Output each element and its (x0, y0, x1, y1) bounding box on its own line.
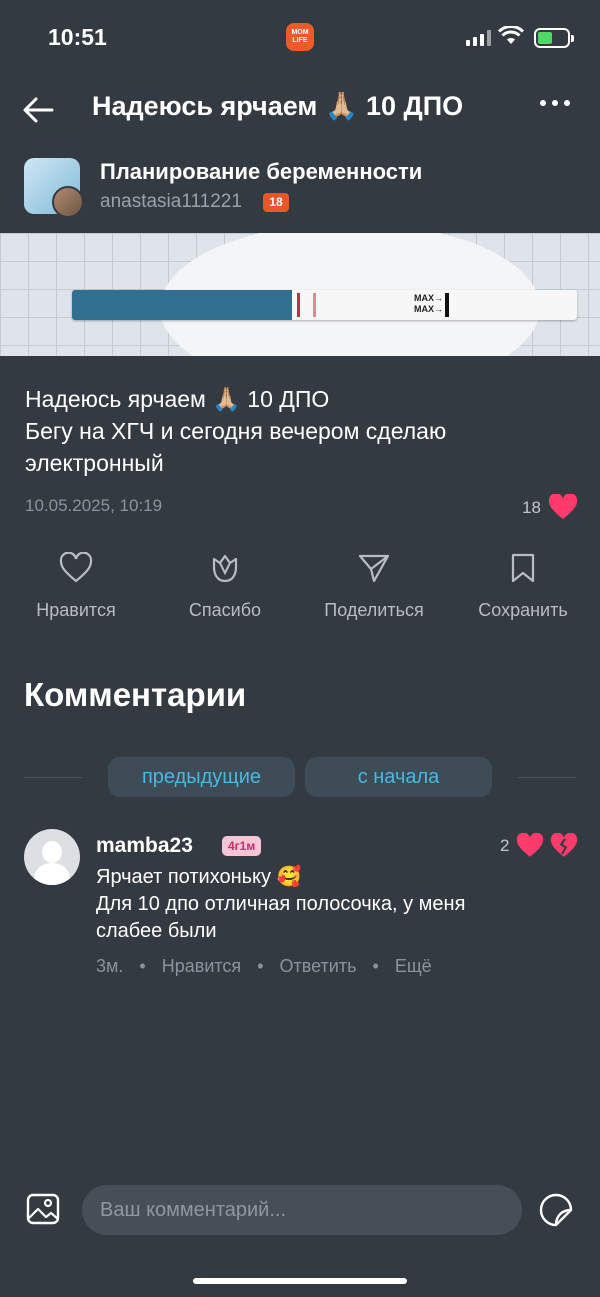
app-logo-icon: MOM LIFE (286, 23, 314, 51)
share-label: Поделиться (324, 600, 424, 620)
separator: • (252, 956, 269, 976)
avatar[interactable] (24, 829, 80, 885)
author-username[interactable]: anastasia111221 (100, 191, 242, 213)
thanks-button[interactable]: Спасибо (160, 552, 290, 621)
comment-username[interactable]: mamba23 (96, 834, 193, 858)
divider (24, 777, 82, 778)
broken-heart-icon[interactable] (550, 833, 578, 858)
separator: • (134, 956, 151, 976)
like-label: Нравится (36, 600, 116, 620)
heart-filled-icon[interactable] (516, 833, 544, 858)
status-time: 10:51 (48, 24, 107, 50)
save-label: Сохранить (478, 600, 568, 620)
thanks-label: Спасибо (188, 600, 262, 620)
child-age-badge: 4г1м (222, 836, 262, 856)
comment-more-button[interactable]: Ещё (395, 956, 432, 976)
post-body: Надеюсь ярчаем 🙏🏼 10 ДПО Бегу на ХГЧ и с… (25, 383, 585, 479)
comments-heading: Комментарии (24, 676, 247, 713)
cellular-signal-icon (466, 30, 491, 46)
community-name[interactable]: Планирование беременности (100, 159, 422, 185)
page-title: Надеюсь ярчаем 🙏🏼 10 ДПО (92, 91, 464, 121)
comment-line: слабее были (96, 920, 217, 942)
from-start-button[interactable]: с начала (305, 757, 492, 797)
post-line: электронный (25, 450, 164, 476)
arrow-left-icon[interactable] (20, 90, 60, 130)
reply-button[interactable]: Ответить (280, 956, 357, 976)
author-avatar[interactable] (52, 186, 84, 218)
bookmark-icon (511, 553, 535, 583)
comment-line: Для 10 дпо отличная полосочка, у меня (96, 893, 466, 915)
like-button[interactable]: Нравится (11, 552, 141, 621)
post-line: Надеюсь ярчаем 🙏🏼 10 ДПО (25, 386, 330, 412)
post-date: 10.05.2025, 10:19 (25, 496, 163, 515)
post-photo[interactable]: MAX→ MAX→ (0, 233, 600, 356)
post-like-count: 18 (522, 498, 541, 517)
image-attach-icon[interactable] (26, 1192, 60, 1226)
ellipsis-icon[interactable] (540, 100, 570, 106)
comment-like-button[interactable]: Нравится (162, 956, 241, 976)
previous-comments-button[interactable]: предыдущие (108, 757, 295, 797)
flower-icon (212, 554, 238, 583)
save-button[interactable]: Сохранить (458, 552, 588, 621)
post-line: Бегу на ХГЧ и сегодня вечером сделаю (25, 418, 447, 444)
comment-like-count: 2 (500, 836, 510, 855)
share-button[interactable]: Поделиться (309, 552, 439, 621)
wifi-icon (498, 26, 524, 44)
age-badge: 18 (263, 193, 289, 212)
comment-body: Ярчает потихоньку 🥰 Для 10 дпо отличная … (96, 864, 566, 945)
battery-icon (534, 28, 574, 48)
comment-line: Ярчает потихоньку 🥰 (96, 866, 302, 888)
home-indicator (193, 1278, 407, 1284)
heart-outline-icon (59, 552, 93, 583)
sticker-icon[interactable] (538, 1192, 574, 1228)
comment-input[interactable]: Ваш комментарий... (82, 1185, 522, 1235)
heart-filled-icon[interactable] (548, 494, 578, 520)
send-icon (358, 554, 390, 583)
comment-time: 3м. (96, 956, 124, 976)
separator: • (367, 956, 384, 976)
comment-meta: 3м. • Нравится • Ответить • Ещё (96, 956, 438, 977)
divider (518, 777, 576, 778)
